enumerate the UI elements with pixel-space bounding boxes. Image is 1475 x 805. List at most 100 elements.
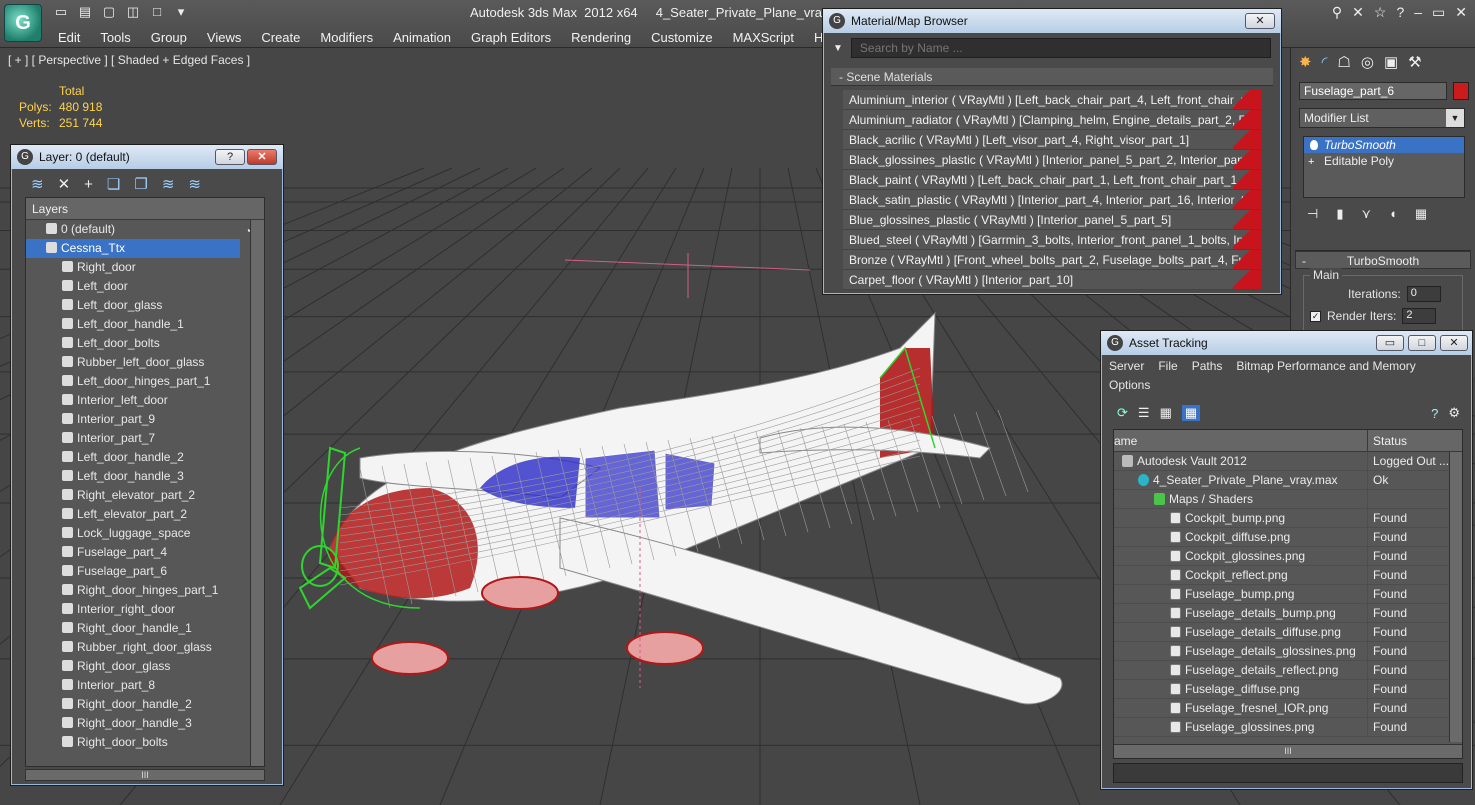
asset-row[interactable]: Autodesk Vault 2012 Logged Out ...: [1114, 452, 1462, 471]
modifier-list-dropdown[interactable]: Modifier List ▼: [1299, 108, 1465, 128]
configure-sets-icon[interactable]: ▦: [1415, 206, 1427, 222]
asset-menu-options[interactable]: Options: [1109, 378, 1150, 397]
highlight-icon[interactable]: ❐: [134, 175, 147, 193]
layer-row[interactable]: Right_door_handle_1: [26, 619, 264, 638]
layer-row[interactable]: Left_door: [26, 277, 264, 296]
favorite-icon[interactable]: ☆: [1374, 4, 1387, 21]
thumbnail-view-icon[interactable]: ▦: [1160, 405, 1172, 421]
make-unique-icon[interactable]: ⋎: [1361, 206, 1371, 222]
layer-row[interactable]: Cessna_Ttx: [26, 239, 260, 258]
layer-row[interactable]: Left_door_handle_2: [26, 448, 264, 467]
refresh-icon[interactable]: ⟳: [1117, 405, 1128, 421]
layer-row[interactable]: Left_door_glass: [26, 296, 264, 315]
layer-row[interactable]: Interior_left_door: [26, 391, 264, 410]
layer-create-icon[interactable]: ≋: [31, 175, 44, 193]
material-item[interactable]: Black_paint ( VRayMtl ) [Left_back_chair…: [843, 170, 1261, 190]
layer-row[interactable]: Right_door_glass: [26, 657, 264, 676]
scene-materials-section[interactable]: - Scene Materials: [831, 68, 1273, 86]
minimize-icon[interactable]: –: [1414, 4, 1422, 21]
layer-row[interactable]: Interior_part_8: [26, 676, 264, 695]
asset-tracking-titlebar[interactable]: G Asset Tracking ▭ □ ✕: [1101, 331, 1472, 355]
material-item[interactable]: Black_satin_plastic ( VRayMtl ) [Interio…: [843, 190, 1261, 210]
browser-options-icon[interactable]: ▼: [833, 43, 843, 54]
menu-customize[interactable]: Customize: [641, 28, 722, 47]
menu-group[interactable]: Group: [141, 28, 197, 47]
layer-row[interactable]: Left_door_bolts: [26, 334, 264, 353]
render-iters-checkbox[interactable]: ✓: [1310, 310, 1321, 322]
object-name-field[interactable]: [1299, 82, 1447, 100]
layer-row[interactable]: Rubber_right_door_glass: [26, 638, 264, 657]
layer-row[interactable]: Right_door: [26, 258, 264, 277]
layer-row[interactable]: Left_door_hinges_part_1: [26, 372, 264, 391]
help-icon[interactable]: ?: [1396, 4, 1404, 21]
add-icon[interactable]: +: [84, 176, 93, 193]
lightbulb-icon[interactable]: [1310, 140, 1318, 150]
list-view-icon[interactable]: ☰: [1138, 405, 1150, 421]
asset-vertical-scrollbar[interactable]: [1449, 452, 1462, 742]
menu-modifiers[interactable]: Modifiers: [310, 28, 383, 47]
menu-maxscript[interactable]: MAXScript: [723, 28, 804, 47]
asset-row[interactable]: Cockpit_diffuse.png Found: [1114, 528, 1462, 547]
iterations-spinner[interactable]: 0: [1406, 286, 1441, 302]
stack-item-editable-poly[interactable]: + Editable Poly: [1304, 153, 1464, 169]
asset-row[interactable]: Fuselage_diffuse.png Found: [1114, 680, 1462, 699]
layer-row[interactable]: Left_elevator_part_2: [26, 505, 264, 524]
layer-row[interactable]: Interior_part_9: [26, 410, 264, 429]
material-browser-titlebar[interactable]: G Material/Map Browser ✕: [823, 9, 1281, 33]
material-search-input[interactable]: [850, 38, 1271, 58]
app-logo-button[interactable]: G: [4, 4, 42, 42]
menu-create[interactable]: Create: [251, 28, 310, 47]
layer-row[interactable]: Interior_right_door: [26, 600, 264, 619]
layer-row[interactable]: Fuselage_part_4: [26, 543, 264, 562]
menu-graph-editors[interactable]: Graph Editors: [461, 28, 561, 47]
material-item[interactable]: Aluminium_radiator ( VRayMtl ) [Clamping…: [843, 110, 1261, 130]
layers-column-header[interactable]: Layers: [26, 198, 264, 220]
layer-row[interactable]: Right_door_hinges_part_1: [26, 581, 264, 600]
asset-minimize-button[interactable]: ▭: [1376, 335, 1404, 351]
layer-row[interactable]: Lock_luggage_space: [26, 524, 264, 543]
material-item[interactable]: Carpet_floor ( VRayMtl ) [Interior_part_…: [843, 270, 1261, 290]
material-item[interactable]: Aluminium_interior ( VRayMtl ) [Left_bac…: [843, 90, 1261, 110]
save-icon[interactable]: ▤: [76, 4, 94, 20]
modify-tab-icon[interactable]: ◜: [1322, 53, 1328, 71]
material-item[interactable]: Black_glossines_plastic ( VRayMtl ) [Int…: [843, 150, 1261, 170]
asset-row[interactable]: Fuselage_details_reflect.png Found: [1114, 661, 1462, 680]
layer-row[interactable]: Fuselage_part_6: [26, 562, 264, 581]
dropdown-icon[interactable]: ▾: [172, 4, 190, 20]
layer-row[interactable]: Right_elevator_part_2: [26, 486, 264, 505]
layer-row[interactable]: Left_door_handle_1: [26, 315, 264, 334]
layer-row[interactable]: Right_door_handle_3: [26, 714, 264, 733]
menu-rendering[interactable]: Rendering: [561, 28, 641, 47]
layer-vertical-scrollbar[interactable]: [250, 220, 264, 766]
pin-stack-icon[interactable]: ⊣: [1307, 206, 1318, 222]
material-item[interactable]: Bronze ( VRayMtl ) [Front_wheel_bolts_pa…: [843, 250, 1261, 270]
stack-item-turbosmooth[interactable]: TurboSmooth: [1304, 137, 1464, 153]
help-icon[interactable]: ?: [1431, 406, 1438, 421]
settings-icon[interactable]: ⚙: [1448, 405, 1460, 421]
asset-row[interactable]: Fuselage_details_glossines.png Found: [1114, 642, 1462, 661]
asset-close-button[interactable]: ✕: [1440, 335, 1468, 351]
object-color-swatch[interactable]: [1453, 82, 1469, 100]
layer-row[interactable]: Rubber_left_door_glass: [26, 353, 264, 372]
menu-edit[interactable]: Edit: [48, 28, 90, 47]
layer-row[interactable]: Interior_part_7: [26, 429, 264, 448]
menu-animation[interactable]: Animation: [383, 28, 461, 47]
material-item[interactable]: Blue_glossines_plastic ( VRayMtl ) [Inte…: [843, 210, 1261, 230]
remove-modifier-icon[interactable]: ◖: [1389, 206, 1397, 222]
motion-tab-icon[interactable]: ◎: [1361, 53, 1374, 71]
delete-icon[interactable]: ✕: [58, 175, 71, 193]
asset-horizontal-scrollbar[interactable]: III: [1114, 744, 1462, 758]
star-tools-icon[interactable]: ✕: [1352, 4, 1364, 21]
viewport-label[interactable]: [ + ] [ Perspective ] [ Shaded + Edged F…: [8, 53, 250, 67]
layer-row[interactable]: Right_door_handle_2: [26, 695, 264, 714]
restore-icon[interactable]: ▭: [1432, 4, 1445, 21]
material-item[interactable]: Blued_steel ( VRayMtl ) [Garrmin_3_bolts…: [843, 230, 1261, 250]
menu-views[interactable]: Views: [197, 28, 251, 47]
window-icon[interactable]: ◫: [124, 4, 142, 20]
restore-icon[interactable]: □: [148, 4, 166, 20]
asset-menu-server[interactable]: Server: [1109, 359, 1144, 378]
expand-icon[interactable]: +: [1308, 154, 1314, 170]
layer-row[interactable]: 0 (default)✓: [26, 220, 264, 239]
asset-path-field[interactable]: [1113, 763, 1463, 783]
hide-all-icon[interactable]: ≋: [162, 175, 175, 193]
